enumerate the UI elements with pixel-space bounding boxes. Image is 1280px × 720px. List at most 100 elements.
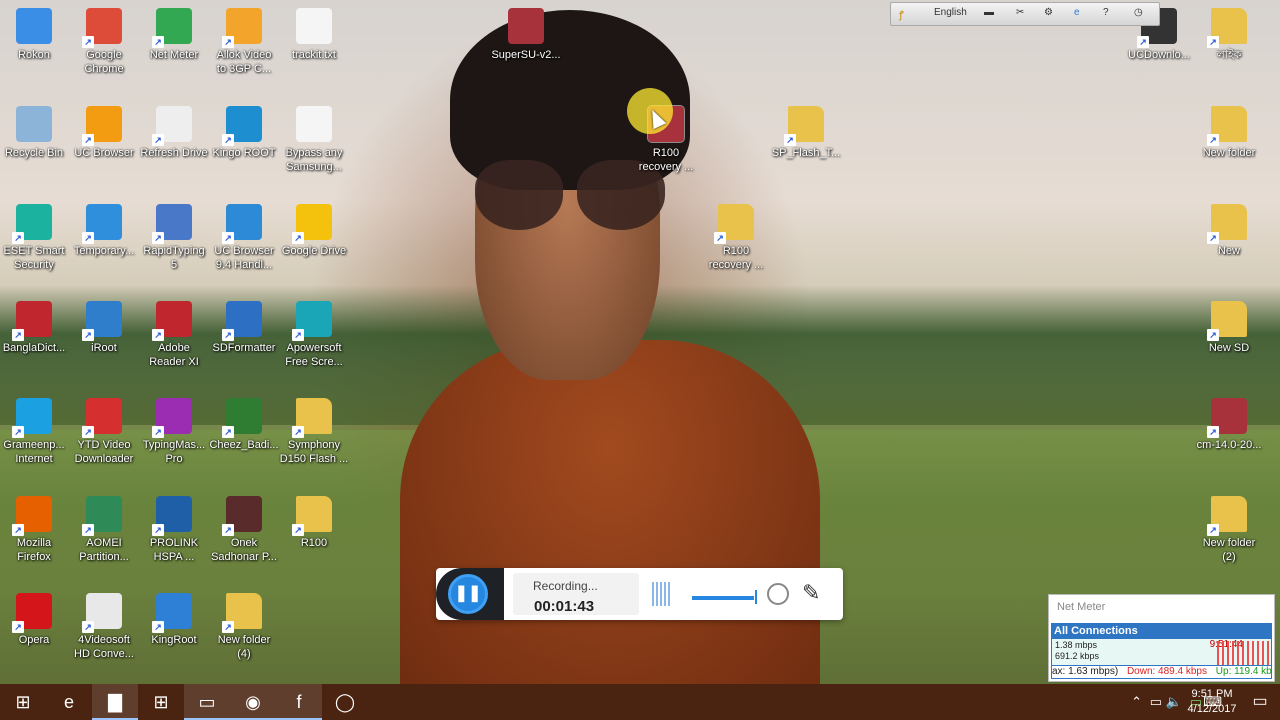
desktop-icon[interactable]: New xyxy=(1192,204,1266,258)
desktop-icon[interactable]: New folder (4) xyxy=(207,593,281,661)
store-icon[interactable]: ⊞ xyxy=(138,684,184,720)
desktop-icon[interactable]: Allok Video to 3GP C... xyxy=(207,8,281,76)
desktop-icon[interactable]: AOMEI Partition... xyxy=(67,496,141,564)
desktop-icon-label: Adobe Reader XI xyxy=(149,342,199,368)
ime-icon[interactable]: ꝭ xyxy=(899,7,904,21)
desktop-icon[interactable]: Cheez_Badi... xyxy=(207,398,281,452)
desktop-icon[interactable]: Apowersoft Free Scre... xyxy=(277,301,351,369)
folder-icon xyxy=(292,398,332,438)
keyboard-icon[interactable]: ▬ xyxy=(984,7,994,18)
desktop-icon[interactable]: 4Videosoft HD Conve... xyxy=(67,593,141,661)
desktop-icon[interactable]: R100 recovery ... xyxy=(699,204,773,272)
desktop-icon[interactable]: SP_Flash_T... xyxy=(769,106,843,160)
desktop-icon[interactable]: cm-14.0-20... xyxy=(1192,398,1266,452)
taskbar-clock[interactable]: 9:51 PM 4/12/2017 xyxy=(1184,687,1240,717)
desktop-icon-label: Google Drive xyxy=(281,245,347,257)
desktop-icon[interactable]: SuperSU-v2... xyxy=(489,8,563,62)
ie-icon[interactable]: e xyxy=(1074,7,1080,18)
desktop-icon[interactable]: Temporary... xyxy=(67,204,141,258)
desktop-icon[interactable]: Google Chrome xyxy=(67,8,141,76)
desktop-icon[interactable]: TypingMas... Pro xyxy=(137,398,211,466)
google-drive-icon xyxy=(292,204,332,244)
language-bar[interactable]: ꝭ English ▬ ✂ ⚙ e ? ◷ xyxy=(890,2,1160,26)
desktop-icon[interactable]: Adobe Reader XI xyxy=(137,301,211,369)
desktop-icon[interactable]: Symphony D150 Flash ... xyxy=(277,398,351,466)
desktop-icon[interactable]: Kingo ROOT xyxy=(207,106,281,160)
desktop-icon[interactable]: SDFormatter xyxy=(207,301,281,355)
firefox-icon[interactable]: ◉ xyxy=(230,684,276,720)
desktop-icon[interactable]: R100 xyxy=(277,496,351,550)
language-label[interactable]: English xyxy=(934,7,967,18)
desktop-icon[interactable]: New folder (2) xyxy=(1192,496,1266,564)
help-icon[interactable]: ? xyxy=(1103,7,1109,18)
desktop-icon[interactable]: BanglaDict... xyxy=(0,301,71,355)
desktop-icon[interactable]: Onek Sadhonar P... xyxy=(207,496,281,564)
folder-icon xyxy=(1207,8,1247,48)
desktop-icon[interactable]: iRoot xyxy=(67,301,141,355)
chrome-icon xyxy=(82,8,122,48)
messenger-icon[interactable]: ◯ xyxy=(322,684,368,720)
desktop-icon[interactable]: Mozilla Firefox xyxy=(0,496,71,564)
desktop-icon[interactable]: KingRoot xyxy=(137,593,211,647)
desktop-icon[interactable]: Bypass any Samsung... xyxy=(277,106,351,174)
kingroot-icon xyxy=(152,593,192,633)
desktop-icon[interactable]: Net Meter xyxy=(137,8,211,62)
facebook-icon[interactable]: f xyxy=(276,684,322,720)
desktop-icon-label: Allok Video to 3GP C... xyxy=(216,49,272,75)
pen-icon[interactable]: ✎ xyxy=(802,580,820,606)
folder-icon xyxy=(714,204,754,244)
desktop-icon-label: R100 recovery ... xyxy=(708,245,764,271)
desktop-icon[interactable]: ESET Smart Security xyxy=(0,204,71,272)
desktop-icon-label: cm-14.0-20... xyxy=(1196,439,1262,451)
desktop-icon-label: SuperSU-v2... xyxy=(491,49,561,61)
show-hidden-icons-icon[interactable]: ⌃ xyxy=(1131,684,1142,720)
desktop-icon-label: Onek Sadhonar P... xyxy=(211,537,277,563)
desktop-icon-label: 4Videosoft HD Conve... xyxy=(74,634,134,660)
desktop-icon[interactable]: UC Browser xyxy=(67,106,141,160)
text-file-icon xyxy=(296,8,332,44)
options-icon[interactable]: ◷ xyxy=(1134,7,1143,18)
desktop-icon[interactable]: Opera xyxy=(0,593,71,647)
recording-control-bg: ❚❚ xyxy=(436,568,504,620)
desktop-icon[interactable]: Google Drive xyxy=(277,204,351,258)
person-shirt xyxy=(400,340,820,700)
opera-icon xyxy=(12,593,52,633)
volume-slider[interactable] xyxy=(692,590,757,604)
desktop-icon[interactable]: UC Browser 9.4 Handl... xyxy=(207,204,281,272)
net-meter-footer: ax: 1.63 mbps) Down: 489.4 kbps Up: 119.… xyxy=(1052,666,1272,678)
folder-icon xyxy=(1207,106,1247,146)
desktop-icon-label: New SD xyxy=(1208,342,1250,354)
action-center-icon[interactable]: ▭ xyxy=(1244,684,1276,720)
network-icon[interactable]: ▭ xyxy=(1150,684,1162,720)
desktop-icon-label: Grameenp... Internet xyxy=(3,439,65,465)
desktop-icon-label: BanglaDict... xyxy=(2,342,66,354)
volume-icon[interactable]: 🔈 xyxy=(1166,684,1182,720)
desktop-icon-label: Cheez_Badi... xyxy=(209,439,279,451)
file-explorer-icon[interactable]: ▇ xyxy=(92,684,138,720)
desktop-icon[interactable]: New folder xyxy=(1192,106,1266,160)
desktop-icon[interactable]: YTD Video Downloader xyxy=(67,398,141,466)
desktop-icon[interactable]: Rokon xyxy=(0,8,71,62)
settings-icon[interactable]: ⚙ xyxy=(1044,7,1053,18)
webcam-icon[interactable] xyxy=(767,583,789,605)
aomei-icon xyxy=(82,496,122,536)
desktop-icon-label: Temporary... xyxy=(73,245,135,257)
desktop-icon-label: ESET Smart Security xyxy=(3,245,65,271)
pause-button[interactable]: ❚❚ xyxy=(448,574,488,614)
tools-icon[interactable]: ✂ xyxy=(1016,7,1024,18)
desktop-icon[interactable]: লাইক xyxy=(1192,8,1266,62)
desktop-icon[interactable]: PROLINK HSPA ... xyxy=(137,496,211,564)
desktop-icon[interactable]: New SD xyxy=(1192,301,1266,355)
desktop-icon[interactable]: trackit.txt xyxy=(277,8,351,62)
desktop-icon-label: SP_Flash_T... xyxy=(771,147,841,159)
desktop-icon[interactable]: Grameenp... Internet xyxy=(0,398,71,466)
winrar-icon xyxy=(1207,398,1247,438)
desktop-icon[interactable]: Refresh Drive xyxy=(137,106,211,160)
windows-start-icon[interactable]: ⊞ xyxy=(0,684,46,720)
edge-icon[interactable]: e xyxy=(46,684,92,720)
screen-recorder-icon[interactable]: ▭ xyxy=(184,684,230,720)
kingo-root-icon xyxy=(222,106,262,146)
desktop-icon[interactable]: Recycle Bin xyxy=(0,106,71,160)
windows-flag-icon xyxy=(82,204,122,244)
desktop-icon[interactable]: RapidTyping 5 xyxy=(137,204,211,272)
